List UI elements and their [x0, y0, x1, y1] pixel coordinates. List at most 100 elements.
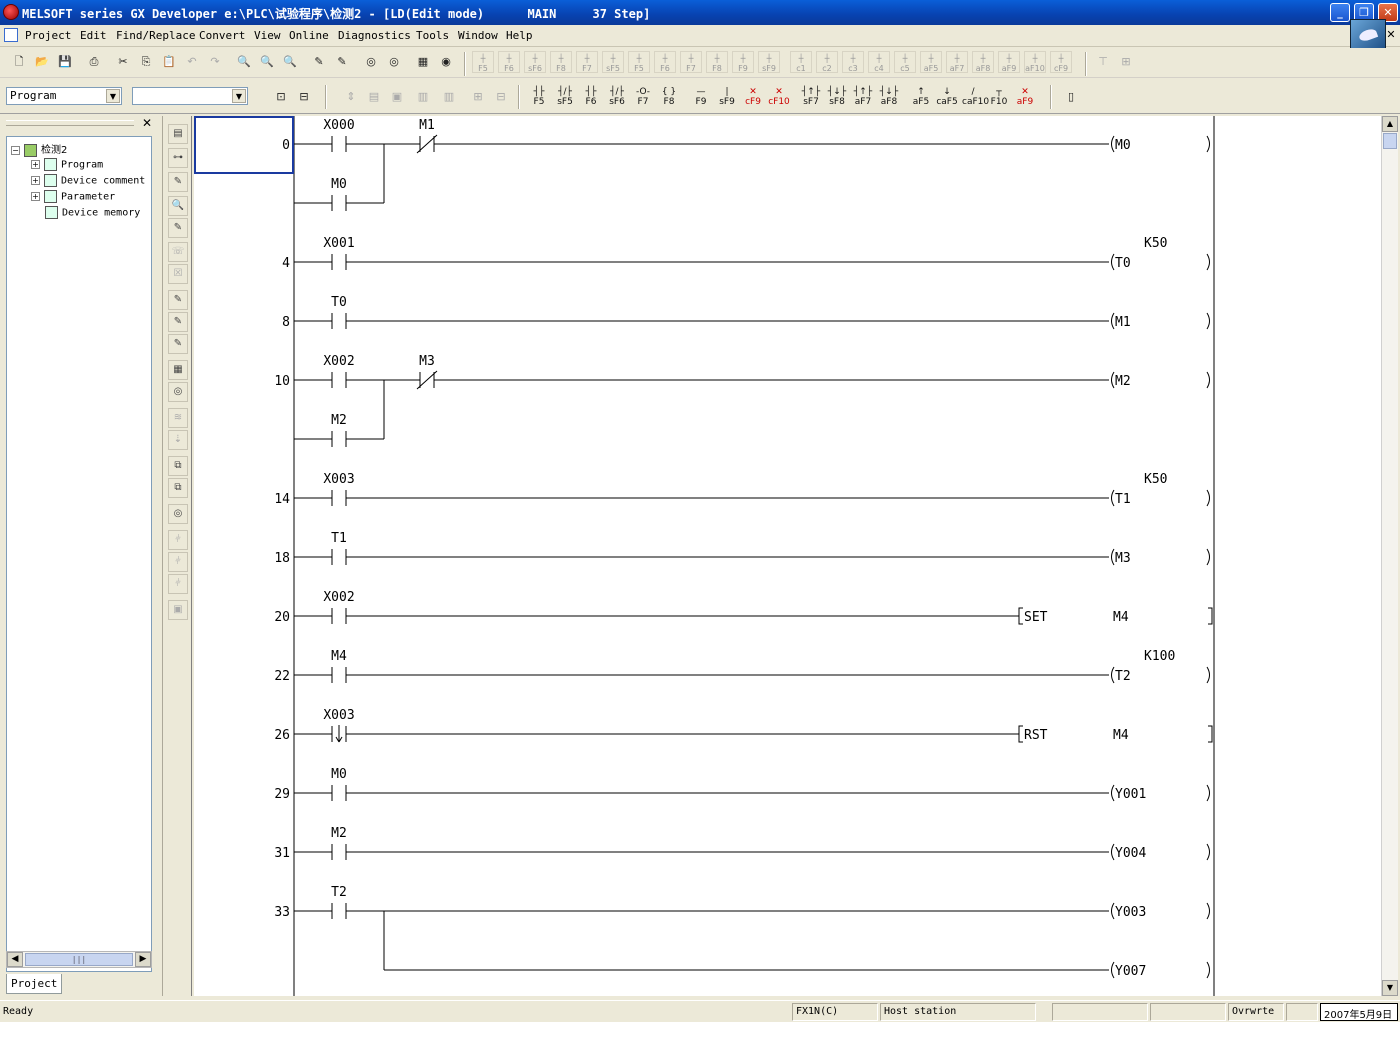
scroll-thumb[interactable]: ||| — [25, 953, 133, 966]
ladder-symbol-button[interactable]: — F9 — [690, 85, 712, 107]
tab-project[interactable]: Project — [6, 974, 62, 994]
fkey-button[interactable]: ┼ F6 — [498, 51, 520, 73]
write-mode-icon[interactable]: ⊟ — [293, 86, 315, 108]
note-icon[interactable]: ▥ — [438, 86, 460, 108]
cross-ref-icon[interactable]: ⧉ — [168, 456, 188, 476]
ladder-symbol-button[interactable]: ┤↓├ sF8 — [826, 85, 848, 107]
sfc-edit-icon[interactable]: ⊞ — [1115, 51, 1137, 73]
fkey-button[interactable]: ┼ F8 — [706, 51, 728, 73]
menu-diagnostics[interactable]: Diagnostics — [338, 29, 411, 42]
data-select[interactable]: ▼ — [132, 87, 248, 105]
menu-find-replace[interactable]: Find/Replace — [116, 29, 195, 42]
menu-window[interactable]: Window — [458, 29, 498, 42]
tree-item-device-memory[interactable]: Device memory — [45, 206, 140, 219]
list-mode-icon[interactable]: ▣ — [168, 600, 188, 620]
ladder-symbol-button[interactable]: ✕ cF9 — [742, 85, 764, 107]
ladder-symbol-button[interactable]: ↓ caF5 — [936, 85, 958, 107]
monitor-icon[interactable]: ◎ — [360, 51, 382, 73]
monitor-stop-icon[interactable]: ◎ — [383, 51, 405, 73]
menu-tools[interactable]: Tools — [416, 29, 449, 42]
fkey-button[interactable]: ┼ sF5 — [602, 51, 624, 73]
ladder-symbol-button[interactable]: ┤├ F5 — [528, 85, 550, 107]
edit-mode-icon[interactable]: ▤ — [168, 124, 188, 144]
ladder-symbol-button[interactable]: ┤/├ sF5 — [554, 85, 576, 107]
tree-item-program[interactable]: + Program — [31, 158, 103, 171]
fkey-button[interactable]: ┼ c4 — [868, 51, 890, 73]
ladder-move-icon[interactable]: ⫩ — [168, 574, 188, 594]
mdi-close-button[interactable]: ✕ — [1384, 28, 1398, 41]
note-icon[interactable]: ✎ — [168, 312, 188, 332]
minimize-button[interactable]: _ — [1330, 3, 1350, 22]
ladder-symbol-button[interactable]: ↑ aF5 — [910, 85, 932, 107]
save-icon[interactable]: 💾 — [54, 51, 76, 73]
tree-item-parameter[interactable]: + Parameter — [31, 190, 115, 203]
find-instruction-icon[interactable]: 🔍 — [256, 51, 278, 73]
ladder-symbol-button[interactable]: ┤/├ sF6 — [606, 85, 628, 107]
device-batch-icon[interactable]: ▦ — [412, 51, 434, 73]
fkey-button[interactable]: ┼ aF10 — [1024, 51, 1046, 73]
paste-icon[interactable]: 📋 — [158, 51, 180, 73]
fkey-button[interactable]: ┼ aF9 — [998, 51, 1020, 73]
zoom-grid-icon[interactable]: ⊞ — [467, 86, 489, 108]
fkey-button[interactable]: ┼ c5 — [894, 51, 916, 73]
sfc-icon[interactable]: ⊤ — [1092, 51, 1114, 73]
find-step-icon[interactable]: 🔍 — [279, 51, 301, 73]
mark-icon[interactable]: ✎ — [168, 290, 188, 310]
fkey-button[interactable]: ┼ c3 — [842, 51, 864, 73]
ladder-symbol-button[interactable]: / caF10 — [962, 85, 989, 107]
error-check-icon[interactable]: ▣ — [386, 86, 408, 108]
fkey-button[interactable]: ┼ F7 — [576, 51, 598, 73]
entry-data-monitor-icon[interactable]: ◉ — [435, 51, 457, 73]
ladder-delete-icon[interactable]: ⫩ — [168, 552, 188, 572]
zoom-column-icon[interactable]: ⊟ — [490, 86, 512, 108]
ladder-symbol-button[interactable]: ┬ F10 — [988, 85, 1010, 107]
open-folder-icon[interactable]: 📂 — [31, 51, 53, 73]
scroll-up-icon[interactable]: ▲ — [1382, 116, 1398, 132]
scroll-right-icon[interactable]: ▶ — [135, 952, 151, 967]
comment-icon[interactable]: ☏ — [168, 242, 188, 262]
scroll-left-icon[interactable]: ◀ — [7, 952, 23, 967]
delete-row-icon[interactable]: ▤ — [363, 86, 385, 108]
ladder-symbol-button[interactable]: ┤↑├ aF7 — [852, 85, 874, 107]
expand-icon[interactable]: + — [31, 192, 40, 201]
ladder-view-icon[interactable]: ⊶ — [168, 148, 188, 168]
timing-icon[interactable]: ≋ — [168, 408, 188, 428]
menu-project[interactable]: Project — [25, 29, 71, 42]
fkey-button[interactable]: ┼ c2 — [816, 51, 838, 73]
read-from-plc-icon[interactable]: ✎ — [331, 51, 353, 73]
device-test-icon[interactable]: ◎ — [168, 382, 188, 402]
fkey-button[interactable]: ┼ F5 — [472, 51, 494, 73]
scroll-down-icon[interactable]: ▼ — [1382, 980, 1398, 996]
program-select[interactable]: Program ▼ — [6, 87, 122, 105]
menu-help[interactable]: Help — [506, 29, 533, 42]
ladder-symbol-button[interactable]: -O- F7 — [632, 85, 654, 107]
write-to-plc-icon[interactable]: ✎ — [308, 51, 330, 73]
fkey-button[interactable]: ┼ aF5 — [920, 51, 942, 73]
fkey-button[interactable]: ┼ sF6 — [524, 51, 546, 73]
close-icon[interactable]: ✕ — [140, 116, 154, 130]
collapse-icon[interactable]: − — [11, 145, 20, 155]
fkey-button[interactable]: ┼ sF9 — [758, 51, 780, 73]
menu-online[interactable]: Online — [289, 29, 329, 42]
print-icon[interactable]: ⎙ — [83, 51, 105, 73]
copy-icon[interactable]: ⎘ — [135, 51, 157, 73]
ladder-symbol-button[interactable]: | sF9 — [716, 85, 738, 107]
fkey-button[interactable]: ┼ aF7 — [946, 51, 968, 73]
expand-icon[interactable]: + — [31, 160, 40, 169]
new-file-icon[interactable]: 🗋 — [8, 51, 30, 73]
ladder-symbol-button[interactable]: { } F8 — [658, 85, 680, 107]
vertical-scrollbar[interactable]: ▲ ▼ — [1381, 116, 1398, 996]
sampling-icon[interactable]: ⇣ — [168, 430, 188, 450]
ladder-symbol-button[interactable]: ┤├ F6 — [580, 85, 602, 107]
menu-convert[interactable]: Convert — [199, 29, 245, 42]
chevron-down-icon[interactable]: ▼ — [232, 89, 246, 103]
ladder-symbol-button[interactable]: ✕ cF10 — [768, 85, 790, 107]
used-device-icon[interactable]: ⧉ — [168, 478, 188, 498]
fkey-button[interactable]: ┼ F7 — [680, 51, 702, 73]
menu-edit[interactable]: Edit — [80, 29, 107, 42]
horizontal-scrollbar[interactable]: ◀ ||| ▶ — [6, 951, 152, 968]
insert-row-icon[interactable]: ⇕ — [340, 86, 362, 108]
tree-item-device-comment[interactable]: + Device comment — [31, 174, 145, 187]
app-icon[interactable] — [3, 4, 19, 20]
trace-icon[interactable]: ◎ — [168, 504, 188, 524]
